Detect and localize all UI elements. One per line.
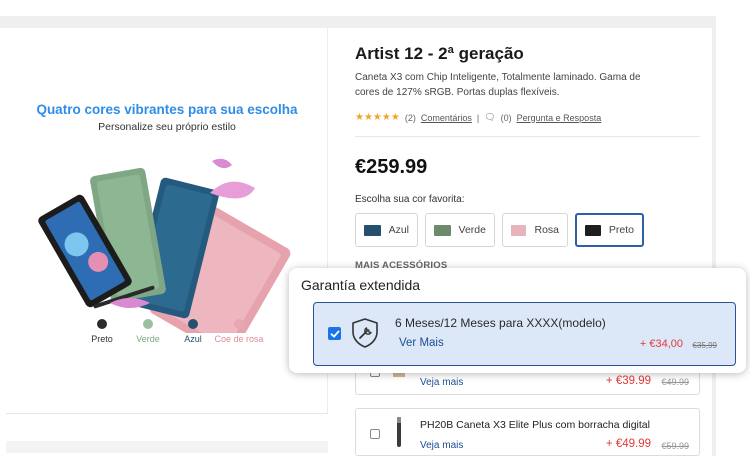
qa-icon: 🗨 (484, 112, 496, 122)
swatch-rosa: Coe de rosa (209, 319, 269, 344)
extended-warranty-popup: Garantía extendida 6 Meses/12 Meses para… (289, 268, 746, 373)
color-thumb (434, 224, 451, 236)
color-choice-label: Escolha sua cor favorita: (355, 194, 465, 205)
warranty-old-price: €35,99 (692, 341, 717, 350)
color-option-label: Rosa (534, 224, 559, 236)
warranty-price: + €34,00 (639, 338, 683, 350)
product-price: €259.99 (355, 156, 428, 178)
product-details: Artist 12 - 2ª geração Caneta X3 com Chi… (343, 28, 712, 458)
product-image (38, 158, 291, 333)
product-description: Caneta X3 com Chip Inteligente, Totalmen… (355, 72, 641, 98)
warranty-option[interactable]: 6 Meses/12 Meses para XXXX(modelo) Ver M… (313, 302, 736, 366)
color-thumb (585, 224, 601, 236)
color-option-azul[interactable]: Azul (355, 213, 418, 247)
warranty-option-title: 6 Meses/12 Meses para XXXX(modelo) (395, 316, 606, 330)
swatch-dot (234, 319, 244, 329)
color-option-verde[interactable]: Verde (425, 213, 495, 247)
color-swatch-legend: Preto Verde Azul Coe de rosa (82, 319, 282, 353)
accessory-more-link[interactable]: Veja mais (420, 377, 463, 388)
accessory-price: + €49.99 (605, 438, 651, 450)
warranty-title: Garantía extendida (301, 277, 421, 293)
accessory-card: PH20B Caneta X3 Elite Plus com borracha … (355, 408, 700, 456)
warranty-checkbox[interactable] (328, 327, 341, 340)
product-gallery: Quatro cores vibrantes para sua escolha … (6, 28, 328, 413)
accessory-old-price: €49.99 (661, 377, 689, 387)
accessory-checkbox[interactable] (370, 429, 380, 439)
product-title: Artist 12 - 2ª geração (355, 44, 524, 63)
warranty-more-link[interactable]: Ver Mais (399, 337, 444, 349)
star-rating-icon: ★★★★★ (355, 112, 400, 123)
accessory-name: PH20B Caneta X3 Elite Plus com borracha … (420, 419, 650, 431)
separator: | (476, 112, 480, 123)
page: Quatro cores vibrantes para sua escolha … (0, 0, 750, 470)
pen-icon (397, 417, 401, 447)
accessory-old-price: €59.99 (661, 441, 689, 451)
qa-link[interactable]: Pergunta e Resposta (517, 113, 602, 123)
color-thumb (511, 224, 527, 236)
color-option-label: Preto (608, 224, 634, 236)
color-option-label: Azul (388, 224, 409, 236)
accessory-price: + €39.99 (605, 375, 651, 387)
divider (6, 413, 328, 414)
window-frame-right (712, 16, 716, 456)
reviews-link[interactable]: Comentários (421, 113, 472, 123)
rating-row: ★★★★★ (2) Comentários | 🗨 (0) Pergunta e… (355, 112, 601, 123)
check-icon (330, 330, 339, 337)
promo-title: Quatro cores vibrantes para sua escolha (36, 102, 298, 117)
color-option-rosa[interactable]: Rosa (502, 213, 568, 247)
color-option-label: Verde (458, 224, 486, 236)
review-count: (2) (404, 112, 416, 123)
qa-count: (0) (500, 112, 512, 123)
window-frame-top (0, 16, 716, 28)
footer-bar (6, 441, 328, 453)
swatch-label: Coe de rosa (214, 334, 264, 344)
divider (355, 136, 700, 137)
swatch-dot (188, 319, 198, 329)
swatch-dot (97, 319, 107, 329)
color-thumb (364, 224, 381, 236)
accessory-more-link[interactable]: Veja mais (420, 440, 463, 451)
shield-wrench-icon (352, 318, 378, 348)
promo-subtitle: Personalize seu próprio estilo (98, 121, 236, 133)
color-option-preto[interactable]: Preto (575, 213, 644, 247)
swatch-dot (143, 319, 153, 329)
